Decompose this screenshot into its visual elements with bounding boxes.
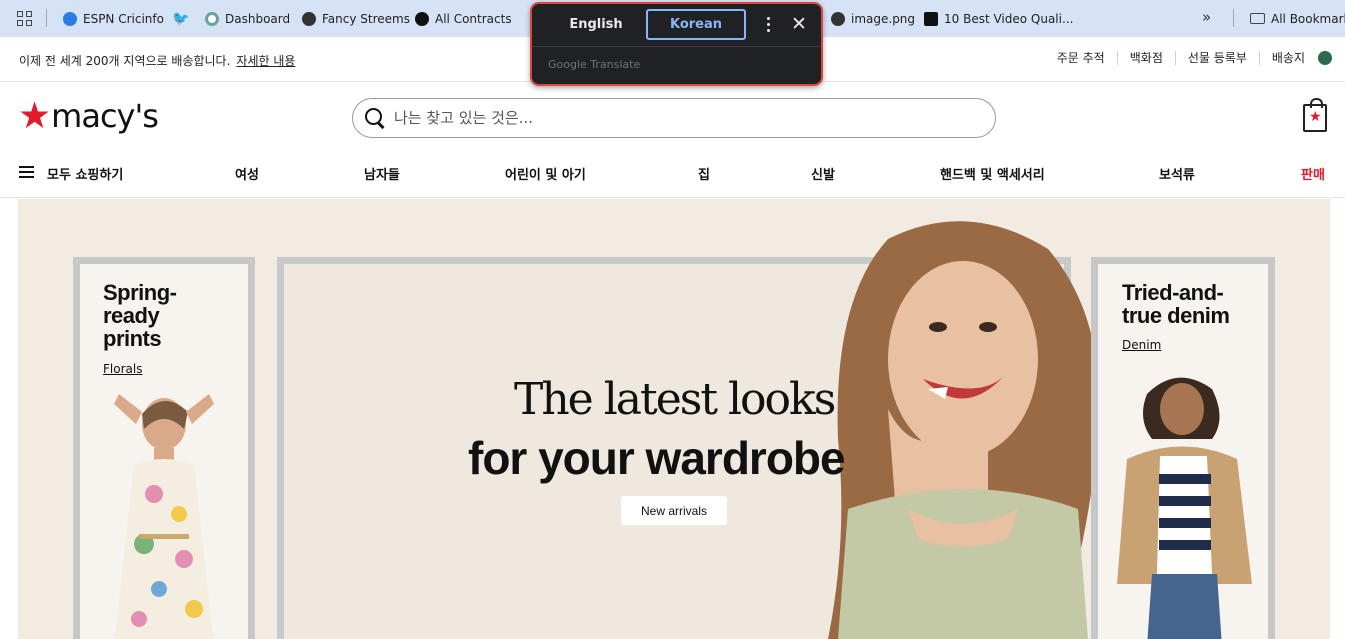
hero-headline-line-2: for your wardrobe bbox=[468, 432, 846, 484]
bookmark-video-quality[interactable]: 10 Best Video Quali... bbox=[924, 10, 1073, 27]
nav-shop-all[interactable]: 모두 쇼핑하기 bbox=[47, 164, 123, 183]
stores-link[interactable]: 백화점 bbox=[1118, 51, 1176, 65]
popup-divider bbox=[532, 46, 821, 47]
bookmark-separator bbox=[1233, 9, 1234, 27]
bookmark-twitter[interactable]: 🐦 bbox=[172, 10, 189, 27]
ship-to-link[interactable]: 배송지 bbox=[1260, 51, 1317, 65]
bookmark-separator bbox=[46, 9, 47, 27]
nav-sale[interactable]: 판매 bbox=[1301, 164, 1325, 183]
nav-women[interactable]: 여성 bbox=[235, 164, 259, 183]
star-icon: ★ bbox=[18, 94, 52, 137]
bookmark-dashboard[interactable]: Dashboard bbox=[205, 10, 290, 27]
bookmark-espn-cricinfo[interactable]: ESPN Cricinfo bbox=[63, 10, 164, 27]
all-bookmarks-button[interactable]: All Bookmarks bbox=[1250, 10, 1345, 27]
globe-icon bbox=[302, 11, 316, 26]
translate-source-lang-tab[interactable]: English bbox=[546, 9, 646, 40]
search-bar[interactable] bbox=[352, 98, 996, 138]
bookmark-image-png[interactable]: image.png bbox=[831, 10, 915, 27]
shipping-message: 이제 전 세계 200개 지역으로 배송합니다. 자세한 내용 bbox=[19, 54, 296, 68]
florals-link[interactable]: Florals bbox=[103, 362, 142, 376]
nav-shoes[interactable]: 신발 bbox=[811, 164, 835, 183]
nav-handbags-accessories[interactable]: 핸드백 및 액세서리 bbox=[940, 164, 1045, 183]
nav-kids-baby[interactable]: 어린이 및 아기 bbox=[505, 164, 586, 183]
translate-popup: English Korean ✕ Google Translate bbox=[530, 2, 823, 86]
hero-banner[interactable]: Spring- ready prints Florals The latest … bbox=[18, 199, 1330, 639]
close-icon[interactable]: ✕ bbox=[791, 13, 807, 35]
hero-headline-line-1: The latest looks bbox=[514, 374, 836, 425]
utility-links: 주문 추적 백화점 선물 등록부 배송지 bbox=[1045, 51, 1317, 65]
new-arrivals-button[interactable]: New arrivals bbox=[621, 496, 727, 525]
denim-title: Tried-and- true denim bbox=[1122, 280, 1230, 328]
country-flag-icon[interactable] bbox=[1318, 51, 1332, 65]
macys-logo[interactable]: ★ macy's bbox=[18, 94, 159, 137]
denim-model-image bbox=[1117, 377, 1252, 639]
search-icon[interactable] bbox=[364, 107, 386, 129]
nav-home[interactable]: 집 bbox=[698, 164, 710, 183]
google-translate-footer: Google Translate bbox=[548, 58, 641, 71]
order-tracking-link[interactable]: 주문 추적 bbox=[1045, 51, 1118, 65]
bookmark-all-contracts[interactable]: All Contracts bbox=[415, 10, 512, 27]
more-options-icon[interactable] bbox=[762, 13, 774, 35]
bookmark-fancy-streems[interactable]: Fancy Streems bbox=[302, 10, 410, 27]
denim-link[interactable]: Denim bbox=[1122, 338, 1161, 352]
denim-panel[interactable]: Tried-and- true denim Denim bbox=[1091, 257, 1275, 639]
shopping-bag-icon[interactable]: ★ bbox=[1303, 98, 1327, 132]
search-input[interactable] bbox=[394, 109, 954, 127]
spring-prints-title: Spring- ready prints bbox=[103, 280, 177, 351]
dashboard-circle-icon bbox=[205, 11, 219, 26]
nav-men[interactable]: 남자들 bbox=[364, 164, 400, 183]
gift-registry-link[interactable]: 선물 등록부 bbox=[1176, 51, 1260, 65]
shipping-details-link[interactable]: 자세한 내용 bbox=[236, 54, 295, 68]
spring-prints-panel[interactable]: Spring- ready prints Florals bbox=[73, 257, 255, 639]
site-icon bbox=[924, 11, 938, 26]
main-nav: 모두 쇼핑하기 여성 남자들 어린이 및 아기 집 신발 핸드백 및 액세서리 … bbox=[0, 152, 1345, 198]
floral-dress-model-image bbox=[114, 394, 214, 639]
espn-globe-icon bbox=[63, 11, 77, 26]
apps-grid-icon[interactable] bbox=[17, 11, 32, 26]
bookmarks-overflow-chevron-icon[interactable]: » bbox=[1202, 8, 1211, 26]
nav-jewelry[interactable]: 보석류 bbox=[1159, 164, 1195, 183]
twitter-bird-icon: 🐦 bbox=[172, 10, 190, 27]
hamburger-menu-icon[interactable] bbox=[19, 166, 34, 178]
upwork-icon bbox=[415, 11, 429, 26]
globe-icon bbox=[831, 11, 845, 26]
folder-icon bbox=[1250, 13, 1265, 24]
translate-target-lang-tab[interactable]: Korean bbox=[646, 9, 746, 40]
